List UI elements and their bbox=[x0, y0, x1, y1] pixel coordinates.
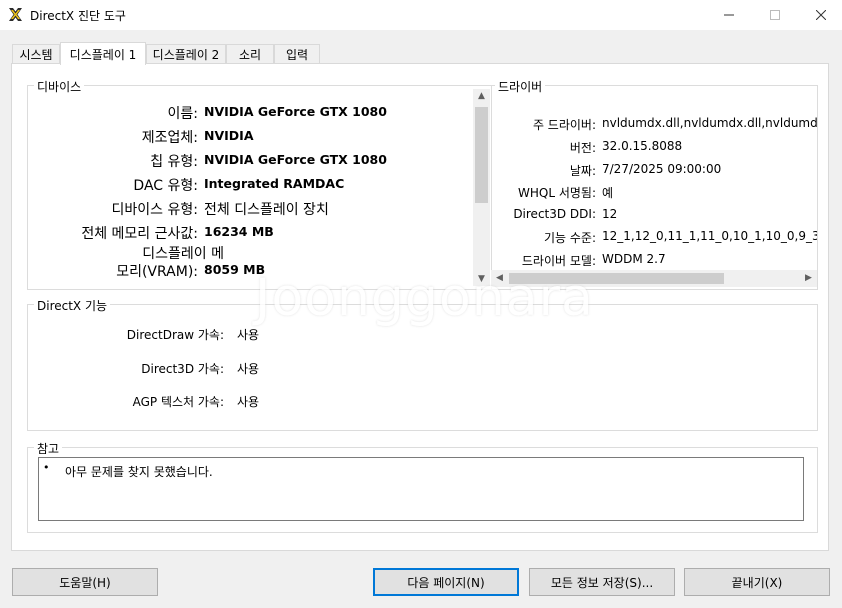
device-vertical-scrollbar[interactable]: ▲ ▼ bbox=[473, 89, 490, 286]
tab-input[interactable]: 입력 bbox=[274, 44, 320, 64]
device-chip-type-label: 칩 유형: bbox=[150, 154, 198, 170]
directx-app-icon bbox=[9, 8, 22, 21]
driver-model-label: 드라이버 모델: bbox=[521, 254, 596, 268]
device-manufacturer-value: NVIDIA bbox=[204, 128, 254, 143]
minimize-button[interactable] bbox=[706, 0, 752, 30]
device-dac-type-value: Integrated RAMDAC bbox=[204, 176, 345, 191]
device-info-list: 이름: NVIDIA GeForce GTX 1080 제조업체: NVIDIA… bbox=[28, 86, 488, 289]
direct3d-accel-label: Direct3D 가속: bbox=[141, 362, 224, 376]
next-page-button[interactable]: 다음 페이지(N) bbox=[373, 568, 519, 596]
maximize-icon bbox=[770, 10, 780, 20]
directdraw-accel-label: DirectDraw 가속: bbox=[126, 328, 224, 342]
save-all-info-button[interactable]: 모든 정보 저장(S)... bbox=[529, 568, 675, 596]
device-chip-type-value: NVIDIA GeForce GTX 1080 bbox=[204, 152, 387, 167]
window-title: DirectX 진단 도구 bbox=[30, 9, 126, 23]
close-button[interactable] bbox=[798, 0, 842, 30]
maximize-button[interactable] bbox=[752, 0, 798, 30]
vram-label-line1: 디스플레이 메 bbox=[142, 246, 224, 262]
agp-texture-accel-value: 사용 bbox=[237, 395, 260, 409]
whql-label: WHQL 서명됨: bbox=[518, 186, 596, 200]
main-driver-label: 주 드라이버: bbox=[532, 118, 596, 132]
notes-textbox[interactable]: • 아무 문제를 찾지 못했습니다. bbox=[38, 457, 804, 521]
main-driver-value: nvldumdx.dll,nvldumdx.dll,nvldumdx.dl bbox=[602, 116, 817, 130]
feature-level-label: 기능 수준: bbox=[543, 231, 596, 245]
device-type-value: 전체 디스플레이 장치 bbox=[204, 202, 329, 218]
device-type-label: 디바이스 유형: bbox=[111, 202, 198, 218]
driver-model-value: WDDM 2.7 bbox=[602, 252, 666, 266]
close-icon bbox=[816, 10, 826, 20]
tab-display-1[interactable]: 디스플레이 1 bbox=[60, 42, 146, 65]
driver-info-list: 주 드라이버: nvldumdx.dll,nvldumdx.dll,nvldum… bbox=[491, 86, 817, 269]
direct3d-accel-value: 사용 bbox=[237, 362, 260, 376]
total-memory-label: 전체 메모리 근사값: bbox=[81, 226, 198, 242]
driver-version-value: 32.0.15.8088 bbox=[602, 139, 683, 153]
device-dac-type-label: DAC 유형: bbox=[133, 178, 198, 194]
whql-value: 예 bbox=[602, 186, 614, 200]
directdraw-accel-value: 사용 bbox=[237, 328, 260, 342]
device-manufacturer-label: 제조업체: bbox=[141, 130, 198, 146]
agp-texture-accel-label: AGP 텍스처 가속: bbox=[132, 395, 224, 409]
tab-sound[interactable]: 소리 bbox=[226, 44, 274, 64]
scroll-thumb[interactable] bbox=[475, 107, 488, 203]
exit-button[interactable]: 끝내기(X) bbox=[684, 568, 830, 596]
device-name-label: 이름: bbox=[167, 106, 198, 122]
driver-date-value: 7/27/2025 09:00:00 bbox=[602, 162, 722, 176]
scroll-up-icon[interactable]: ▲ bbox=[473, 91, 490, 101]
bullet-icon: • bbox=[43, 461, 50, 474]
notes-group-label: 참고 bbox=[34, 440, 63, 457]
directx-features-group-label: DirectX 기능 bbox=[34, 297, 111, 314]
minimize-icon bbox=[724, 14, 734, 16]
d3d-ddi-value: 12 bbox=[602, 207, 618, 221]
driver-date-label: 날짜: bbox=[569, 164, 596, 178]
d3d-ddi-label: Direct3D DDI: bbox=[513, 207, 596, 221]
tab-system[interactable]: 시스템 bbox=[12, 44, 60, 64]
vram-label-line2: 모리(VRAM): bbox=[116, 264, 198, 280]
title-bar: DirectX 진단 도구 bbox=[0, 0, 842, 30]
help-button[interactable]: 도움말(H) bbox=[12, 568, 158, 596]
device-name-value: NVIDIA GeForce GTX 1080 bbox=[204, 104, 387, 119]
device-group: 디바이스 이름: NVIDIA GeForce GTX 1080 제조업체: N… bbox=[27, 78, 492, 290]
watermark-text: Joonggonara bbox=[255, 268, 594, 328]
feature-level-value: 12_1,12_0,11_1,11_0,10_1,10_0,9_3,9_2 bbox=[602, 229, 817, 243]
notes-item: 아무 문제를 찾지 못했습니다. bbox=[65, 465, 213, 479]
total-memory-value: 16234 MB bbox=[204, 224, 274, 239]
driver-group: 드라이버 주 드라이버: nvldumdx.dll,nvldumdx.dll,n… bbox=[491, 78, 818, 290]
tab-display-2[interactable]: 디스플레이 2 bbox=[146, 44, 226, 64]
scroll-right-icon[interactable]: ▶ bbox=[800, 273, 817, 283]
driver-version-label: 버전: bbox=[569, 141, 596, 155]
